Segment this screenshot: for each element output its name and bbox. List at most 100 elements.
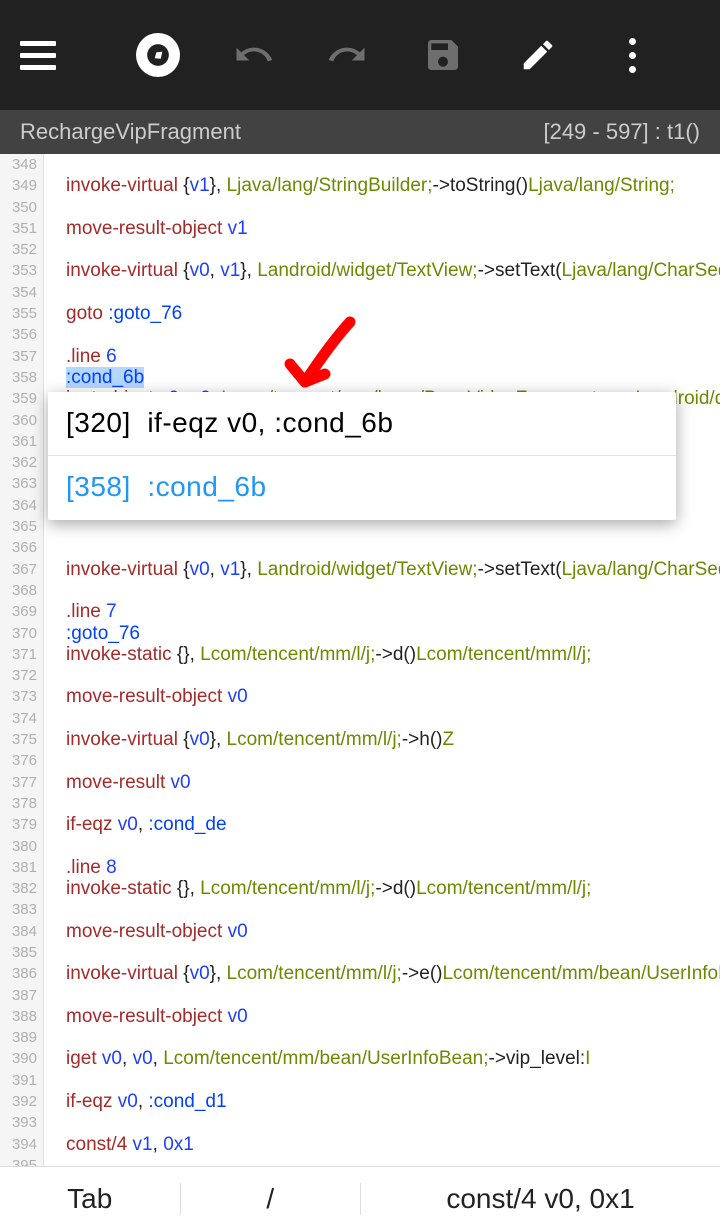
- line-number: 373: [0, 686, 44, 707]
- code-line[interactable]: 353invoke-virtual {v0, v1}, Landroid/wid…: [0, 260, 720, 281]
- code-text: [44, 324, 66, 345]
- code-line[interactable]: 386invoke-virtual {v0}, Lcom/tencent/mm/…: [0, 963, 720, 984]
- code-line[interactable]: 393: [0, 1112, 720, 1133]
- reference-popup-item[interactable]: [320] if-eqz v0, :cond_6b: [48, 392, 676, 456]
- code-line[interactable]: 348: [0, 154, 720, 175]
- line-number: 358: [0, 367, 44, 388]
- code-text: [44, 1112, 66, 1133]
- code-line[interactable]: 358:cond_6b: [0, 367, 720, 388]
- breadcrumb-left: RechargeVipFragment: [20, 119, 241, 145]
- line-number: 372: [0, 665, 44, 686]
- slash-key-button[interactable]: /: [181, 1183, 362, 1215]
- code-line[interactable]: 350: [0, 197, 720, 218]
- code-text: move-result v0: [44, 772, 191, 793]
- undo-icon: [231, 33, 275, 77]
- code-line[interactable]: 356: [0, 324, 720, 345]
- code-editor[interactable]: 348349invoke-virtual {v1}, Ljava/lang/St…: [0, 154, 720, 1166]
- code-line[interactable]: 384move-result-object v0: [0, 921, 720, 942]
- code-text: :cond_6b: [44, 367, 144, 388]
- line-number: 361: [0, 431, 44, 452]
- edit-button[interactable]: [490, 36, 585, 74]
- code-line[interactable]: 385: [0, 942, 720, 963]
- code-text: move-result-object v0: [44, 686, 248, 707]
- code-line[interactable]: 379if-eqz v0, :cond_de: [0, 814, 720, 835]
- code-line[interactable]: 389: [0, 1027, 720, 1048]
- compass-icon: [136, 33, 180, 77]
- code-line[interactable]: 369.line 7: [0, 601, 720, 622]
- code-line[interactable]: 370:goto_76: [0, 623, 720, 644]
- code-line[interactable]: 349invoke-virtual {v1}, Ljava/lang/Strin…: [0, 175, 720, 196]
- code-line[interactable]: 383: [0, 899, 720, 920]
- code-line[interactable]: 374: [0, 708, 720, 729]
- code-line[interactable]: 368: [0, 580, 720, 601]
- code-line[interactable]: 381.line 8: [0, 857, 720, 878]
- snippet-button[interactable]: const/4 v0, 0x1: [361, 1183, 720, 1215]
- code-line[interactable]: 390iget v0, v0, Lcom/tencent/mm/bean/Use…: [0, 1048, 720, 1069]
- line-number: 384: [0, 921, 44, 942]
- line-number: 374: [0, 708, 44, 729]
- line-number: 366: [0, 537, 44, 558]
- menu-button[interactable]: [20, 41, 110, 70]
- code-line[interactable]: 357.line 6: [0, 346, 720, 367]
- code-line[interactable]: 371invoke-static {}, Lcom/tencent/mm/l/j…: [0, 644, 720, 665]
- line-number: 386: [0, 963, 44, 984]
- code-line[interactable]: 375invoke-virtual {v0}, Lcom/tencent/mm/…: [0, 729, 720, 750]
- line-number: 377: [0, 772, 44, 793]
- bottom-toolbar: Tab / const/4 v0, 0x1: [0, 1166, 720, 1230]
- line-number: 350: [0, 197, 44, 218]
- line-number: 387: [0, 985, 44, 1006]
- line-number: 355: [0, 303, 44, 324]
- redo-button[interactable]: [300, 33, 395, 77]
- code-line[interactable]: 380: [0, 836, 720, 857]
- line-number: 378: [0, 793, 44, 814]
- code-line[interactable]: 351move-result-object v1: [0, 218, 720, 239]
- code-line[interactable]: 388move-result-object v0: [0, 1006, 720, 1027]
- code-line[interactable]: 354: [0, 282, 720, 303]
- reference-popup-item[interactable]: [358] :cond_6b: [48, 456, 676, 519]
- code-text: invoke-virtual {v1}, Ljava/lang/StringBu…: [44, 175, 675, 196]
- code-line[interactable]: 367invoke-virtual {v0, v1}, Landroid/wid…: [0, 559, 720, 580]
- tab-key-button[interactable]: Tab: [0, 1183, 181, 1215]
- navigate-button[interactable]: [110, 33, 205, 77]
- code-text: goto :goto_76: [44, 303, 182, 324]
- line-number: 385: [0, 942, 44, 963]
- code-line[interactable]: 376: [0, 750, 720, 771]
- line-number: 381: [0, 857, 44, 878]
- line-number: 351: [0, 218, 44, 239]
- line-number: 354: [0, 282, 44, 303]
- line-number: 348: [0, 154, 44, 175]
- line-number: 349: [0, 175, 44, 196]
- code-line[interactable]: 355goto :goto_76: [0, 303, 720, 324]
- code-line[interactable]: 377move-result v0: [0, 772, 720, 793]
- code-text: .line 8: [44, 857, 117, 878]
- breadcrumb[interactable]: RechargeVipFragment [249 - 597] : t1(): [0, 110, 720, 154]
- code-line[interactable]: 373move-result-object v0: [0, 686, 720, 707]
- pencil-icon: [519, 36, 557, 74]
- save-button[interactable]: [395, 35, 490, 75]
- line-number: 369: [0, 601, 44, 622]
- overflow-button[interactable]: [585, 38, 680, 73]
- undo-button[interactable]: [205, 33, 300, 77]
- code-line[interactable]: 387: [0, 985, 720, 1006]
- code-text: [44, 1070, 66, 1091]
- code-line[interactable]: 366: [0, 537, 720, 558]
- code-text: [44, 239, 66, 260]
- line-number: 363: [0, 473, 44, 494]
- line-number: 362: [0, 452, 44, 473]
- code-line[interactable]: 372: [0, 665, 720, 686]
- line-number: 390: [0, 1048, 44, 1069]
- code-text: [44, 985, 66, 1006]
- code-line[interactable]: 392if-eqz v0, :cond_d1: [0, 1091, 720, 1112]
- code-text: [44, 899, 66, 920]
- code-text: if-eqz v0, :cond_de: [44, 814, 227, 835]
- code-line[interactable]: 352: [0, 239, 720, 260]
- code-line[interactable]: 378: [0, 793, 720, 814]
- code-text: move-result-object v0: [44, 1006, 248, 1027]
- line-number: 382: [0, 878, 44, 899]
- code-line[interactable]: 394const/4 v1, 0x1: [0, 1134, 720, 1155]
- code-text: invoke-virtual {v0, v1}, Landroid/widget…: [44, 559, 720, 580]
- code-line[interactable]: 395: [0, 1155, 720, 1166]
- code-line[interactable]: 391: [0, 1070, 720, 1091]
- code-line[interactable]: 382invoke-static {}, Lcom/tencent/mm/l/j…: [0, 878, 720, 899]
- redo-icon: [326, 33, 370, 77]
